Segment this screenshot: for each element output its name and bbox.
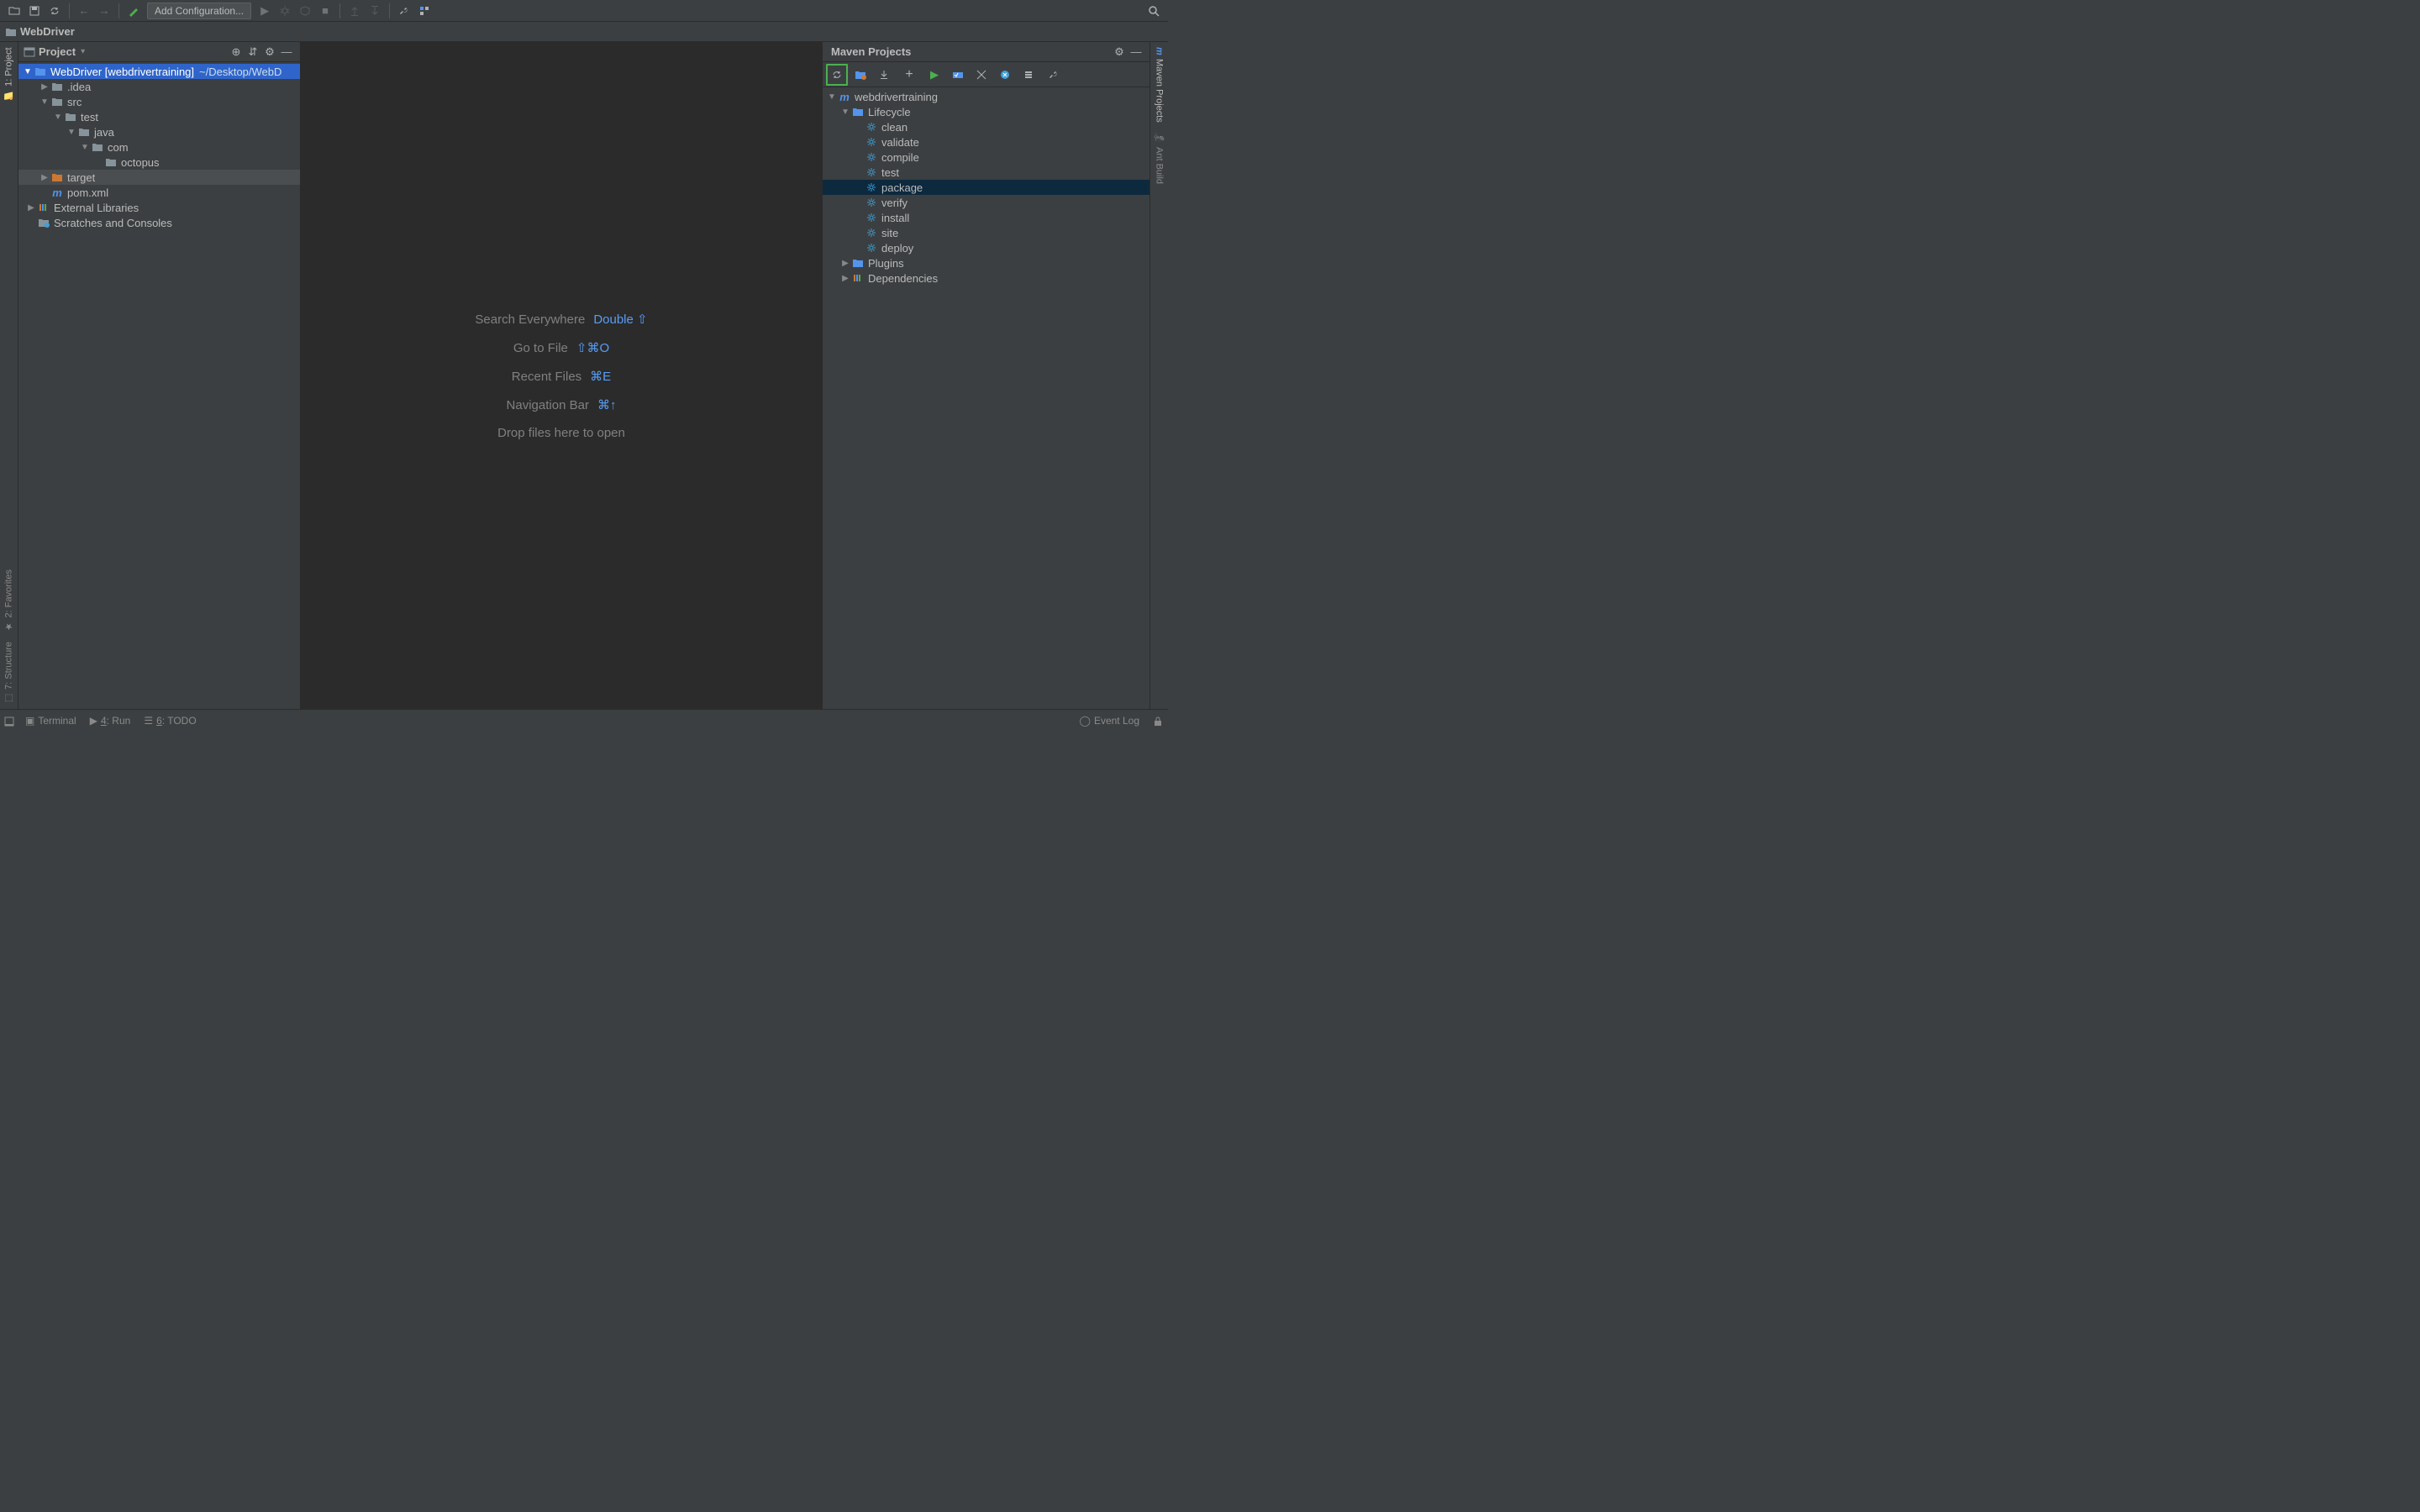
maven-root[interactable]: ▼mwebdrivertraining [823,89,1150,104]
tree-item-src[interactable]: ▼src [18,94,300,109]
maven-download-icon[interactable] [873,64,895,86]
back-icon[interactable]: ← [75,2,93,20]
tool-windows-toggle-icon[interactable] [3,716,17,729]
maven-toggle-offline-icon[interactable] [971,64,992,86]
project-view-icon [24,47,35,57]
maven-run-icon[interactable]: ▶ [923,64,945,86]
maven-goal-test[interactable]: test [823,165,1150,180]
collapse-all-icon[interactable]: ⇵ [245,44,261,60]
open-icon[interactable] [5,2,24,20]
status-event-log[interactable]: ◯Event Log [1080,715,1139,727]
project-tree: ▼ WebDriver [webdrivertraining] ~/Deskto… [18,62,300,709]
coverage-icon[interactable] [296,2,314,20]
maven-goal-install[interactable]: install [823,210,1150,225]
tree-item-octopus[interactable]: octopus [18,155,300,170]
status-run[interactable]: ▶4: Run [90,715,131,727]
maven-add-icon[interactable]: + [898,64,920,86]
tree-item-external-libs[interactable]: ▶External Libraries [18,200,300,215]
status-terminal[interactable]: ▣Terminal [25,715,76,727]
tree-item-idea[interactable]: ▶.idea [18,79,300,94]
hint-drop-files: Drop files here to open [497,426,625,440]
hide-maven-panel-icon[interactable]: — [1128,44,1144,60]
tab-maven-projects[interactable]: mMaven Projects [1155,42,1165,128]
maven-goal-validate[interactable]: validate [823,134,1150,150]
tab-ant-build[interactable]: 🐜Ant Build [1154,128,1165,189]
hide-panel-icon[interactable]: — [278,44,295,60]
right-tool-stripe: mMaven Projects 🐜Ant Build [1150,42,1168,709]
folder-icon [5,27,17,37]
maven-goal-clean[interactable]: clean [823,119,1150,134]
maven-execute-goal-icon[interactable] [947,64,969,86]
debug-icon[interactable] [276,2,294,20]
maven-tool-settings-icon[interactable] [1043,64,1065,86]
maven-tree: ▼mwebdrivertraining ▼Lifecycle cleanvali… [823,87,1150,709]
locate-icon[interactable]: ⊕ [228,44,245,60]
maven-goal-verify[interactable]: verify [823,195,1150,210]
tree-item-java[interactable]: ▼java [18,124,300,139]
maven-plugins-node[interactable]: ▶Plugins [823,255,1150,270]
left-tool-stripe: 📁1: Project ★2: Favorites ⬚7: Structure [0,42,18,709]
project-tool-window: Project ▾ ⊕ ⇵ ⚙ — ▼ WebDriver [webdriver… [18,42,301,709]
breadcrumb-project[interactable]: WebDriver [20,25,75,38]
tree-item-pom[interactable]: mpom.xml [18,185,300,200]
maven-reimport-icon[interactable] [826,64,848,86]
sync-icon[interactable] [45,2,64,20]
hint-search-everywhere: Search EverywhereDouble ⇧ [475,312,647,327]
tab-project[interactable]: 📁1: Project [3,42,14,106]
breadcrumb: WebDriver [0,22,1168,42]
settings-icon[interactable] [395,2,413,20]
tree-item-target[interactable]: ▶target [18,170,300,185]
maven-panel-title: Maven Projects [831,45,911,58]
hint-recent-files: Recent Files⌘E [512,369,611,384]
maven-toolbar: + ▶ [823,62,1150,87]
maven-skip-tests-icon[interactable] [994,64,1016,86]
editor-empty-state: Search EverywhereDouble ⇧ Go to File⇧⌘O … [301,42,822,709]
maven-panel-header: Maven Projects ⚙ — [823,42,1150,62]
maven-settings-icon[interactable]: ⚙ [1111,44,1128,60]
tab-structure[interactable]: ⬚7: Structure [3,637,14,709]
status-todo[interactable]: ☰6: TODO [144,715,196,727]
build-icon[interactable] [124,2,143,20]
maven-dependencies-node[interactable]: ▶Dependencies [823,270,1150,286]
maven-goal-package[interactable]: package [823,180,1150,195]
tree-root[interactable]: ▼ WebDriver [webdrivertraining] ~/Deskto… [18,64,300,79]
tree-item-com[interactable]: ▼com [18,139,300,155]
maven-goal-site[interactable]: site [823,225,1150,240]
hint-goto-file: Go to File⇧⌘O [513,340,609,355]
commit-vcs-icon[interactable] [366,2,384,20]
lock-icon[interactable] [1153,716,1163,727]
project-panel-title[interactable]: Project [39,45,76,58]
update-vcs-icon[interactable] [345,2,364,20]
stop-icon[interactable]: ■ [316,2,334,20]
maven-tool-window: Maven Projects ⚙ — + ▶ ▼mwebdrivertraini… [822,42,1150,709]
search-icon[interactable] [1144,2,1163,20]
chevron-down-icon[interactable]: ▾ [81,47,85,56]
tab-favorites[interactable]: ★2: Favorites [3,564,14,637]
main-toolbar: ← → Add Configuration... ▶ ■ [0,0,1168,22]
project-panel-header: Project ▾ ⊕ ⇵ ⚙ — [18,42,300,62]
maven-goal-compile[interactable]: compile [823,150,1150,165]
run-config-combo[interactable]: Add Configuration... [147,3,251,19]
save-icon[interactable] [25,2,44,20]
panel-settings-icon[interactable]: ⚙ [261,44,278,60]
forward-icon[interactable]: → [95,2,113,20]
maven-lifecycle-node[interactable]: ▼Lifecycle [823,104,1150,119]
maven-goal-deploy[interactable]: deploy [823,240,1150,255]
maven-generate-sources-icon[interactable] [850,64,871,86]
maven-show-deps-icon[interactable] [1018,64,1039,86]
project-structure-icon[interactable] [415,2,434,20]
status-bar: ▣Terminal ▶4: Run ☰6: TODO ◯Event Log [0,709,1168,731]
hint-navigation-bar: Navigation Bar⌘↑ [507,397,617,412]
tree-item-scratches[interactable]: Scratches and Consoles [18,215,300,230]
tree-item-test[interactable]: ▼test [18,109,300,124]
run-icon[interactable]: ▶ [255,2,274,20]
